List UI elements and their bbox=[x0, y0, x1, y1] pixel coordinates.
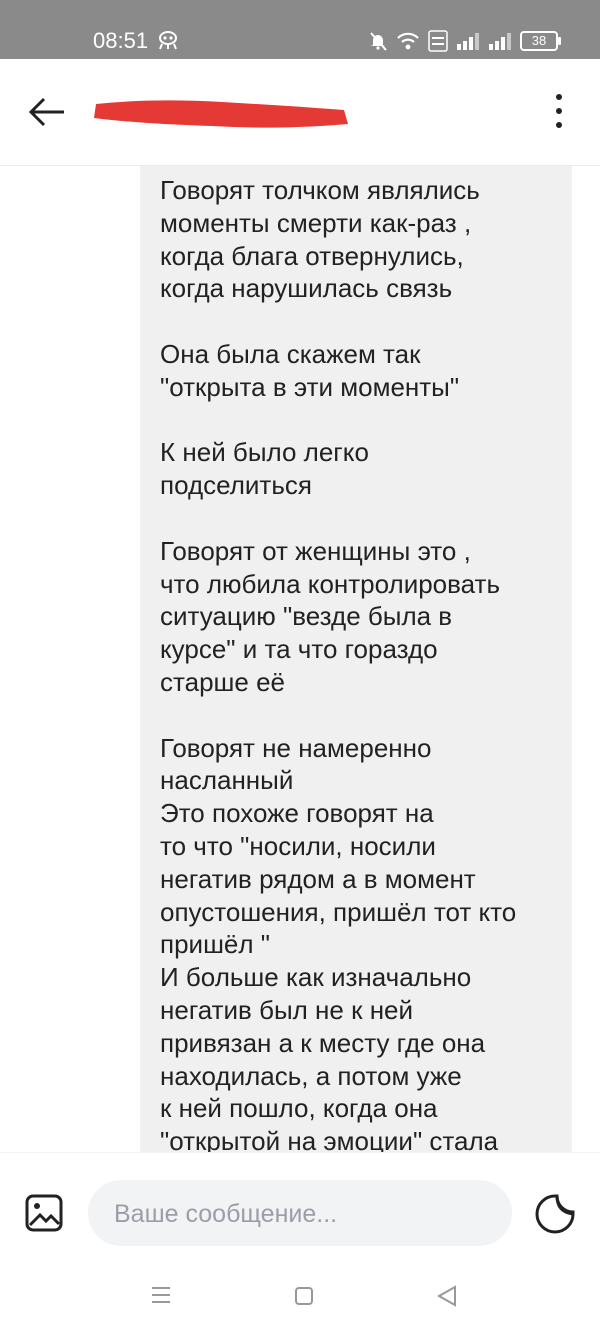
status-time: 08:51 bbox=[93, 28, 149, 53]
volte-icon bbox=[428, 30, 448, 52]
redacted-contact-name bbox=[94, 100, 348, 128]
message-text: Говорят толчком являлись моменты смерти … bbox=[160, 175, 517, 1152]
home-icon[interactable] bbox=[294, 1286, 314, 1306]
signal-icon bbox=[489, 33, 511, 50]
signal-icon bbox=[457, 33, 479, 50]
chat-area[interactable]: Говорят толчком являлись моменты смерти … bbox=[0, 166, 600, 1152]
message-input-placeholder: Ваше сообщение... bbox=[114, 1200, 338, 1228]
battery-icon: 38 bbox=[520, 31, 561, 51]
image-icon[interactable] bbox=[24, 1193, 64, 1233]
chat-header bbox=[0, 59, 600, 166]
arrow-left-icon[interactable] bbox=[26, 94, 68, 130]
status-bar: 08:51 38 bbox=[0, 0, 600, 59]
back-triangle-icon[interactable] bbox=[436, 1284, 458, 1308]
status-icons: 38 bbox=[368, 30, 561, 52]
mute-icon bbox=[370, 32, 387, 51]
alien-icon bbox=[159, 31, 177, 50]
message-input[interactable]: Ваше сообщение... bbox=[88, 1180, 512, 1246]
sticker-icon[interactable] bbox=[534, 1193, 576, 1235]
recent-apps-icon[interactable] bbox=[150, 1284, 172, 1306]
system-nav-bar bbox=[0, 1262, 600, 1332]
more-vertical-icon[interactable] bbox=[544, 89, 574, 133]
wifi-icon bbox=[397, 32, 419, 50]
message-composer: Ваше сообщение... bbox=[0, 1152, 600, 1263]
